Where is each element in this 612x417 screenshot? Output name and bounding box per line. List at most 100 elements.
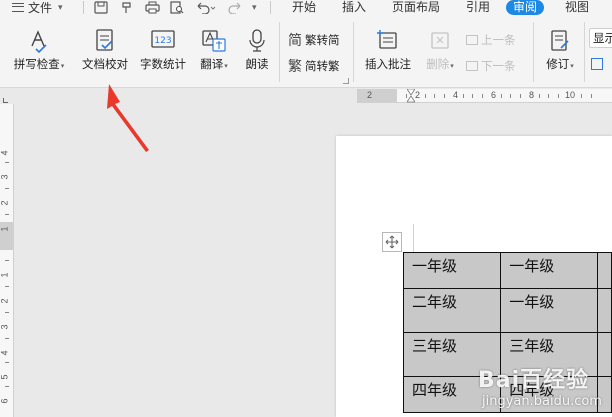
- first-line-indent-marker[interactable]: [407, 89, 415, 96]
- table-move-handle[interactable]: [382, 232, 402, 252]
- spell-check-icon: [31, 30, 47, 54]
- menu-divider: [270, 1, 271, 14]
- insert-comment-button[interactable]: 插入批注: [362, 28, 414, 72]
- read-aloud-button[interactable]: 朗读: [240, 28, 274, 72]
- read-aloud-label: 朗读: [245, 59, 269, 71]
- format-painter-icon: [122, 1, 131, 13]
- ruler-margin: [357, 89, 397, 102]
- tab-review[interactable]: 审阅: [506, 0, 545, 15]
- ruler-tick: [520, 94, 521, 98]
- table-cell[interactable]: 二年级: [402, 288, 502, 333]
- ruler-tick: [5, 286, 9, 287]
- chevron-down-icon: ▾: [224, 63, 228, 70]
- document-proof-label: 文档校对: [82, 59, 128, 71]
- tab-references[interactable]: 引用: [466, 0, 490, 15]
- watermark-url: jingyan.baidu.com: [482, 394, 602, 409]
- chevron-down-icon: ▾: [58, 1, 63, 12]
- ribbon-divider: [533, 22, 534, 82]
- track-changes-label: 修订: [546, 59, 570, 71]
- ruler-number: 1: [0, 272, 10, 278]
- word-count-label: 字数统计: [140, 59, 186, 71]
- group-dialog-launcher[interactable]: [343, 78, 349, 84]
- ruler-tick: [591, 94, 592, 98]
- ruler-tick: [472, 94, 473, 98]
- ruler-tick: [482, 94, 483, 98]
- chevron-down-icon: ▾: [60, 63, 65, 70]
- reviewing-pane-icon: [591, 58, 603, 70]
- customize-toolbar-button[interactable]: ▾: [252, 0, 257, 14]
- print-button[interactable]: [145, 0, 160, 14]
- spell-check-label: 拼写检查: [13, 59, 60, 71]
- word-count-button[interactable]: 123 字数统计: [138, 28, 188, 72]
- ruler-tick: [425, 94, 426, 98]
- print-preview-button[interactable]: [170, 0, 184, 14]
- ruler-tick: [581, 94, 582, 98]
- tab-page-layout[interactable]: 页面布局: [392, 0, 440, 15]
- ruler-tick: [5, 312, 9, 313]
- ruler-tick: [5, 362, 9, 363]
- table-cell[interactable]: [597, 288, 612, 333]
- menu-bar: 文件 ▾ ▾ 开始 插入 页面布局 引用 审阅 视图: [0, 0, 612, 16]
- save-icon: [94, 0, 108, 14]
- insert-comment-label: 插入批注: [365, 59, 411, 71]
- track-changes-icon: [551, 30, 569, 51]
- text-cursor: [413, 224, 414, 252]
- ruler-number: 3: [0, 174, 10, 180]
- table-cell[interactable]: 一年级: [500, 288, 599, 333]
- ruler-corner: [3, 98, 8, 103]
- track-changes-button[interactable]: 修订▾: [540, 28, 580, 74]
- ruler-number: 4: [0, 150, 10, 156]
- file-menu[interactable]: 文件 ▾: [12, 0, 63, 15]
- show-markup-label: 显示: [593, 33, 612, 45]
- format-painter-button[interactable]: [120, 0, 134, 14]
- move-icon: [385, 235, 399, 249]
- ribbon-toolbar: 拼写检查▾ 文档校对 123 字数统计 翻译▾ 朗读 简 繁转简 繁 简转繁 插…: [0, 16, 612, 88]
- chevron-down-icon: ▾: [252, 1, 257, 12]
- table-row: 二年级 一年级: [402, 288, 612, 333]
- ruler-tick: [5, 162, 9, 163]
- tab-insert[interactable]: 插入: [342, 0, 366, 15]
- previous-comment-button[interactable]: 上一条: [466, 32, 516, 48]
- simp-to-trad-button[interactable]: 繁 简转繁: [288, 56, 340, 76]
- ruler-number: 2: [0, 298, 10, 304]
- vertical-ruler[interactable]: 4 3 2 1 1 2 3 4 5 6: [0, 104, 14, 417]
- save-button[interactable]: [94, 0, 108, 14]
- table-cell[interactable]: 一年级: [500, 252, 599, 289]
- ruler-tick: [444, 94, 445, 98]
- tab-view[interactable]: 视图: [565, 0, 589, 15]
- redo-button[interactable]: [228, 0, 242, 14]
- comment-icon: [377, 30, 397, 49]
- trad-simp-icon: 简: [288, 32, 302, 48]
- trad-to-simp-button[interactable]: 简 繁转简: [288, 30, 340, 50]
- annotation-arrow: [107, 84, 149, 152]
- table-cell[interactable]: [597, 252, 612, 289]
- table-cell[interactable]: 一年级: [402, 252, 502, 289]
- ribbon-divider: [584, 22, 585, 82]
- reviewing-pane-button[interactable]: [591, 58, 603, 70]
- ruler-tick: [5, 214, 9, 215]
- translate-button[interactable]: 翻译▾: [196, 28, 232, 74]
- document-proof-button[interactable]: 文档校对: [80, 28, 130, 72]
- printer-icon: [145, 1, 160, 13]
- ruler-tick: [548, 94, 549, 98]
- previous-icon: [466, 35, 478, 45]
- hamburger-icon: [12, 2, 24, 12]
- undo-button[interactable]: [196, 0, 216, 14]
- delete-label: 删除: [426, 59, 450, 71]
- next-comment-button[interactable]: 下一条: [466, 58, 516, 74]
- chevron-down-icon: ▾: [450, 63, 454, 70]
- ruler-tick: [510, 94, 511, 98]
- undo-icon: [197, 2, 216, 14]
- ruler-tick: [501, 94, 502, 98]
- hanging-indent-marker[interactable]: [407, 96, 415, 103]
- tab-home[interactable]: 开始: [292, 0, 316, 15]
- spell-check-button[interactable]: 拼写检查▾: [10, 28, 68, 74]
- delete-comment-button[interactable]: 删除▾: [420, 28, 460, 74]
- show-markup-dropdown[interactable]: 显示: [589, 28, 612, 48]
- document-check-icon: [96, 29, 113, 51]
- ruler-number: 3: [0, 324, 10, 330]
- ruler-number: 2: [367, 90, 373, 100]
- table-row: 一年级 一年级: [402, 252, 612, 289]
- ruler-tick: [539, 94, 540, 98]
- horizontal-ruler[interactable]: 2 2 4 6 8 10: [357, 89, 612, 103]
